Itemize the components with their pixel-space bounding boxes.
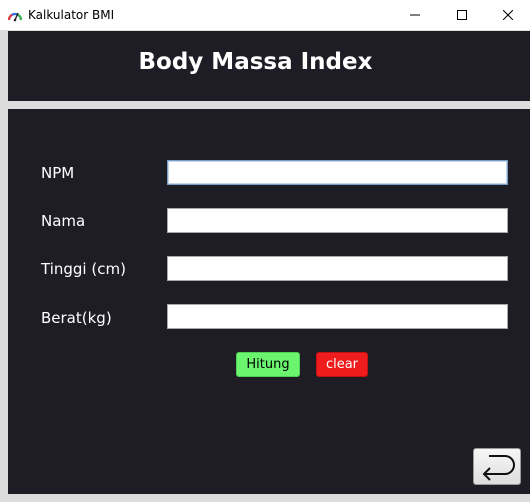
app-icon <box>7 12 23 22</box>
close-button[interactable] <box>485 0 530 30</box>
window-title: Kalkulator BMI <box>28 8 115 22</box>
close-icon <box>503 10 513 20</box>
nama-input[interactable] <box>167 208 508 233</box>
minimize-button[interactable] <box>392 0 438 30</box>
back-button[interactable] <box>473 448 521 485</box>
berat-input[interactable] <box>167 304 508 329</box>
npm-input[interactable] <box>167 160 508 185</box>
minimize-icon <box>410 14 420 16</box>
maximize-button[interactable] <box>439 0 485 30</box>
form-panel: NPM Nama Tinggi (cm) Berat(kg) Hitung cl… <box>8 109 530 494</box>
npm-label: NPM <box>41 164 75 182</box>
maximize-icon <box>457 10 467 20</box>
tinggi-input[interactable] <box>167 256 508 281</box>
return-arrow-icon <box>482 454 515 481</box>
page-title: Body Massa Index <box>138 49 373 75</box>
clear-button[interactable]: clear <box>316 352 368 377</box>
tinggi-label: Tinggi (cm) <box>41 260 126 278</box>
app-window: Kalkulator BMI Body Massa Index NPM Nama… <box>0 0 530 502</box>
berat-label: Berat(kg) <box>41 309 112 327</box>
header-panel: Body Massa Index <box>8 31 530 101</box>
title-bar[interactable]: Kalkulator BMI <box>0 0 530 30</box>
nama-label: Nama <box>41 212 86 230</box>
hitung-button[interactable]: Hitung <box>236 352 300 377</box>
